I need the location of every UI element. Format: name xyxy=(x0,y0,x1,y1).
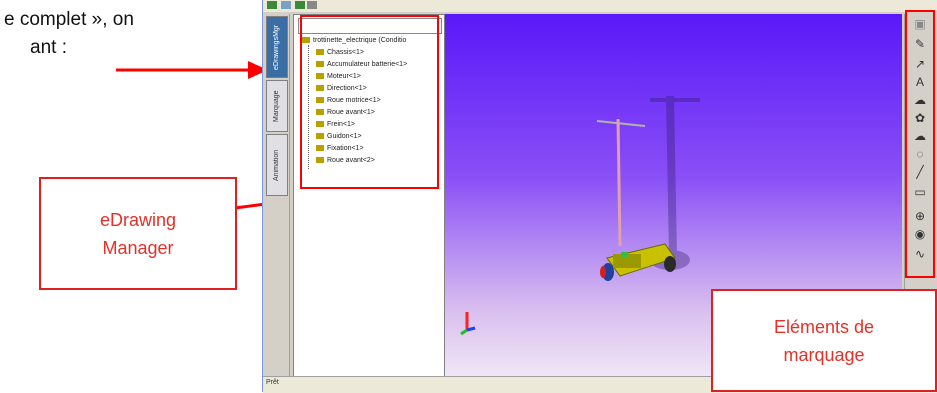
callout-markup-elements: Eléments de marquage xyxy=(711,289,937,392)
toolbar xyxy=(263,0,937,12)
back-icon[interactable] xyxy=(267,1,277,9)
manager-highlight-box xyxy=(300,15,439,189)
callout-line: marquage xyxy=(783,344,865,365)
tab-animation[interactable]: Animation xyxy=(266,134,288,196)
callout-line: eDrawing xyxy=(99,209,177,230)
axis-triad-icon xyxy=(460,312,476,336)
play-icon[interactable] xyxy=(295,1,305,9)
side-tabs: eDrawingsMgr Marquage Animation xyxy=(263,14,290,376)
callout-edrawing-manager: eDrawing Manager xyxy=(39,177,237,290)
callout-line: Eléments de xyxy=(773,316,875,337)
markup-highlight-box xyxy=(905,10,935,278)
home-icon[interactable] xyxy=(281,1,291,9)
settings-icon[interactable] xyxy=(307,1,317,9)
tab-markup[interactable]: Marquage xyxy=(266,80,288,132)
tab-edrawings-manager[interactable]: eDrawingsMgr xyxy=(266,16,288,78)
status-text: Prêt xyxy=(266,379,279,386)
callout-line: Manager xyxy=(102,237,174,258)
